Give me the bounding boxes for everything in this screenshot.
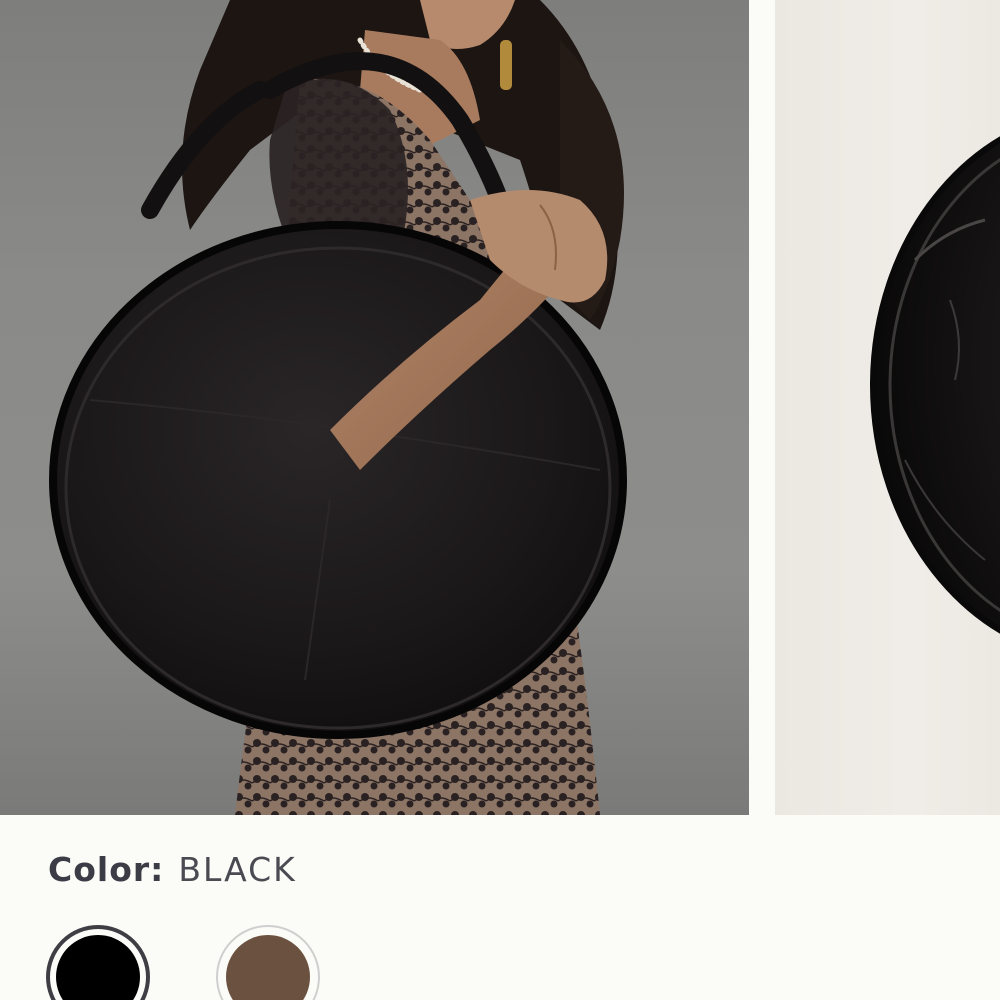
bag-product-illustration [870, 136, 1000, 634]
selected-color-value: BLACK [178, 850, 297, 889]
swatch-brown-fill [226, 935, 310, 1000]
product-page: Color: BLACK [0, 0, 1000, 1000]
product-image-model[interactable] [0, 0, 749, 815]
swatch-black-fill [56, 935, 140, 1000]
swatch-brown[interactable] [216, 925, 320, 1000]
color-swatches [46, 925, 446, 1000]
product-image-carousel[interactable] [0, 0, 1000, 815]
color-label: Color: [48, 850, 165, 889]
swatch-black[interactable] [46, 925, 150, 1000]
color-selection-row: Color: BLACK [48, 850, 297, 890]
product-image-bag-flat[interactable] [775, 0, 1000, 815]
model-with-bag-illustration [49, 0, 627, 815]
